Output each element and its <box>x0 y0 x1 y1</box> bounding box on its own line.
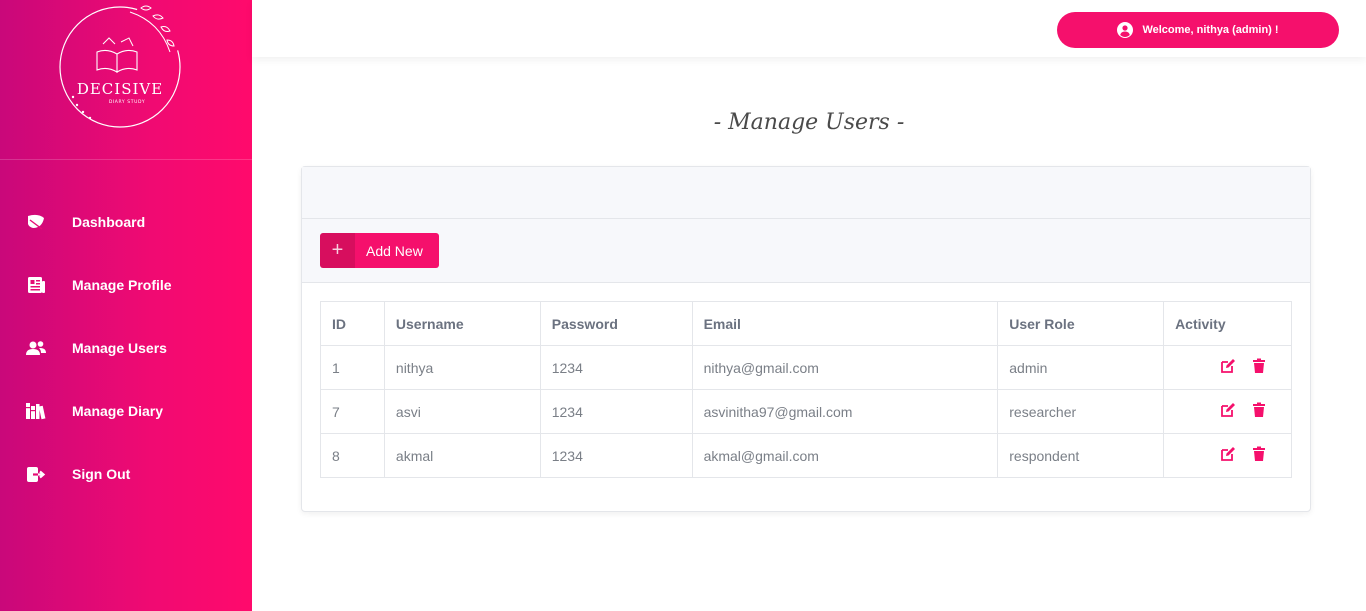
cell-username: akmal <box>383 433 541 478</box>
sidebar-item-label: Sign Out <box>72 465 131 482</box>
edit-icon[interactable] <box>1220 446 1236 462</box>
add-new-button[interactable]: + Add New <box>320 233 439 268</box>
edit-icon[interactable] <box>1220 358 1236 374</box>
logo-subtext: DIARY STUDY <box>109 99 145 105</box>
page-title: - Manage Users - <box>713 110 905 135</box>
cell-id: 7 <box>320 389 385 434</box>
sidebar-item-manage-users[interactable]: Manage Users <box>0 316 252 379</box>
sidebar-item-manage-profile[interactable]: Manage Profile <box>0 253 252 316</box>
cell-password: 1234 <box>539 345 693 390</box>
cell-activity <box>1163 433 1292 478</box>
sidebar-item-label: Manage Users <box>72 339 167 356</box>
top-bar: Welcome, nithya (admin) ! <box>252 0 1366 57</box>
logo-area: DECISIVE DIARY STUDY <box>0 0 252 160</box>
column-header-activity: Activity <box>1163 301 1292 346</box>
logo-text: DECISIVE <box>77 80 163 98</box>
cell-role: researcher <box>997 389 1165 434</box>
sidebar-item-sign-out[interactable]: Sign Out <box>0 442 252 505</box>
trash-icon[interactable] <box>1252 402 1266 418</box>
trash-icon[interactable] <box>1252 358 1266 374</box>
edit-icon[interactable] <box>1220 402 1236 418</box>
sidebar-nav: Dashboard Manage Profile Manage Users Ma… <box>0 190 252 505</box>
welcome-text: Welcome, nithya (admin) ! <box>1142 24 1279 36</box>
sign-out-icon <box>25 463 47 485</box>
table-row: 1 nithya 1234 nithya@gmail.com admin <box>320 345 1292 390</box>
trash-icon[interactable] <box>1252 446 1266 462</box>
cell-id: 8 <box>320 433 385 478</box>
cell-username: asvi <box>383 389 541 434</box>
cell-activity <box>1163 345 1292 390</box>
table-row: 7 asvi 1234 asvinitha97@gmail.com resear… <box>320 389 1292 434</box>
cell-email: nithya@gmail.com <box>691 345 999 390</box>
newspaper-icon <box>25 274 47 296</box>
sidebar-item-label: Dashboard <box>72 213 146 230</box>
cell-id: 1 <box>320 345 385 390</box>
plus-icon: + <box>320 233 355 268</box>
sidebar-item-label: Manage Diary <box>72 402 164 419</box>
column-header-user-role[interactable]: User Role <box>997 301 1165 346</box>
welcome-user-button[interactable]: Welcome, nithya (admin) ! <box>1057 12 1339 48</box>
table-header-row: ID Username Password Email User Role Act… <box>320 301 1292 346</box>
card-toolbar: + Add New <box>302 219 1310 283</box>
cell-password: 1234 <box>539 433 693 478</box>
table-row: 8 akmal 1234 akmal@gmail.com respondent <box>320 433 1292 478</box>
user-circle-icon <box>1117 22 1134 38</box>
column-header-password[interactable]: Password <box>539 301 693 346</box>
sidebar: DECISIVE DIARY STUDY Dashboard Manage Pr… <box>0 0 252 611</box>
books-icon <box>25 400 47 422</box>
cell-role: admin <box>997 345 1165 390</box>
users-table: ID Username Password Email User Role Act… <box>320 301 1292 478</box>
add-new-label: Add New <box>366 242 423 259</box>
logo: DECISIVE DIARY STUDY <box>59 5 181 128</box>
sidebar-item-manage-diary[interactable]: Manage Diary <box>0 379 252 442</box>
column-header-id[interactable]: ID <box>320 301 385 346</box>
sidebar-item-label: Manage Profile <box>72 276 172 293</box>
users-card: + Add New ID Username Password Email Use… <box>301 166 1311 512</box>
cell-username: nithya <box>383 345 541 390</box>
cell-email: akmal@gmail.com <box>691 433 999 478</box>
sidebar-item-dashboard[interactable]: Dashboard <box>0 190 252 253</box>
cell-password: 1234 <box>539 389 693 434</box>
cell-email: asvinitha97@gmail.com <box>691 389 999 434</box>
cell-role: respondent <box>997 433 1165 478</box>
column-header-username[interactable]: Username <box>383 301 541 346</box>
card-header <box>302 167 1310 219</box>
leaf-icon <box>25 211 47 233</box>
users-icon <box>25 337 47 359</box>
column-header-email[interactable]: Email <box>691 301 999 346</box>
cell-activity <box>1163 389 1292 434</box>
